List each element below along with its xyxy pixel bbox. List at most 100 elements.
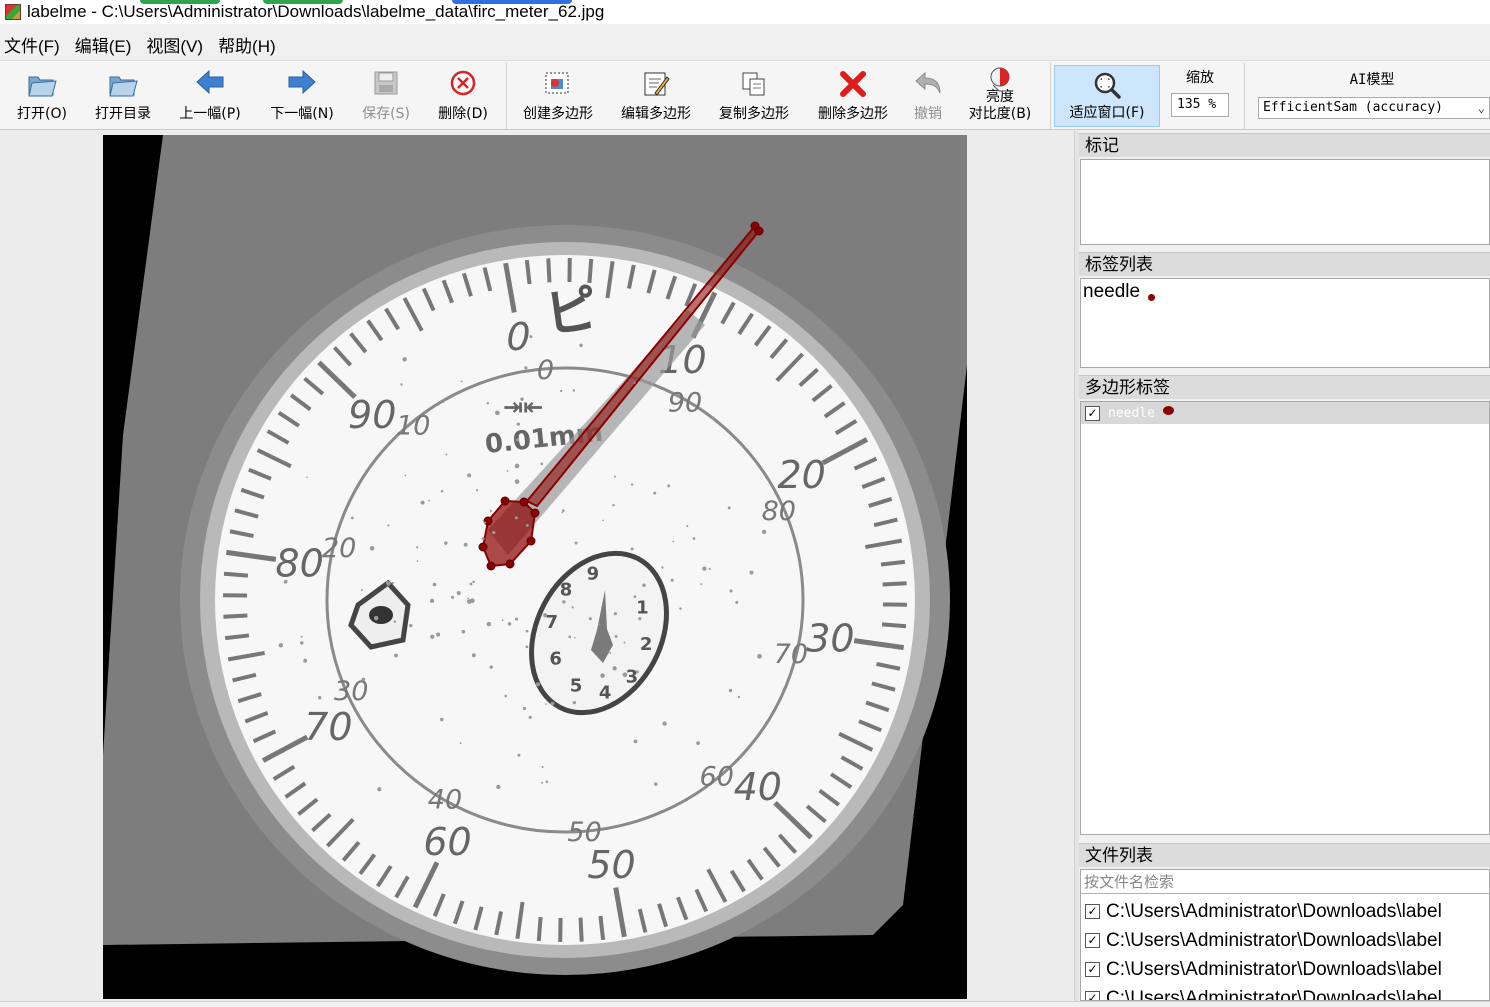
chevron-down-icon: ⌄: [1477, 101, 1485, 115]
dial-speckle: [515, 438, 520, 442]
polygon-label-text: needle: [1108, 405, 1155, 421]
folder-open-icon: [28, 76, 57, 97]
dial-speckle: [420, 500, 425, 505]
flags-dock-title: 标记: [1079, 133, 1490, 157]
dial-speckle: [692, 537, 696, 540]
dial-speckle: [679, 607, 682, 610]
dial-speckle: [507, 622, 512, 626]
dial-speckle: [520, 397, 524, 401]
file-list-item-selected[interactable]: ✓ C:\Users\Administrator\Downloads\label: [1081, 955, 1489, 984]
dial-speckle: [471, 653, 476, 658]
labelme-window: labelme - C:\Users\Administrator\Downloa…: [0, 0, 1490, 1007]
label-list[interactable]: needle: [1080, 278, 1490, 368]
dial-speckle: [461, 629, 466, 634]
zoom-spinbox[interactable]: 135 %: [1171, 93, 1229, 117]
menu-help[interactable]: 帮助(H): [214, 32, 284, 57]
polygon-visible-checkbox[interactable]: ✓: [1085, 405, 1100, 421]
title-bar: labelme - C:\Users\Administrator\Downloa…: [0, 0, 1490, 24]
polygon-label-row[interactable]: ✓ needle: [1081, 402, 1489, 424]
undo-label: 撤销: [914, 106, 942, 122]
delete-polygon-button[interactable]: 删除多边形: [808, 65, 898, 127]
menu-edit[interactable]: 编辑(E): [71, 32, 140, 57]
dial-speckle: [409, 623, 413, 628]
open-dir-button[interactable]: 打开目录: [86, 65, 160, 127]
dial-speckle: [545, 780, 549, 783]
polygon-labels-list[interactable]: ✓ needle: [1080, 401, 1490, 835]
fit-window-button[interactable]: 适应窗口(F): [1054, 65, 1160, 127]
annotation-vertex: [486, 561, 496, 571]
dial-speckle: [516, 422, 520, 426]
edit-polygon-button[interactable]: 编辑多边形: [612, 65, 700, 127]
dial-speckle: [492, 530, 496, 535]
sub-dial-label: 4: [599, 683, 612, 704]
browser-tab-strip-green-1: [140, 0, 220, 4]
dial-speckle: [463, 542, 468, 547]
create-polygon-button[interactable]: 创建多边形: [514, 65, 602, 127]
dial-speckle: [467, 597, 469, 600]
dial-speckle: [727, 506, 731, 510]
inner-scale-label: 70: [774, 639, 808, 670]
dial-speckle: [504, 694, 508, 698]
sub-dial-label: 9: [587, 563, 600, 584]
dial-speckle: [306, 476, 308, 479]
flags-list[interactable]: [1080, 159, 1490, 245]
dial-speckle: [633, 739, 638, 744]
file-list-item[interactable]: ✓ C:\Users\Administrator\Downloads\label: [1081, 926, 1489, 955]
file-checkbox[interactable]: ✓: [1085, 933, 1100, 948]
browser-tab-strip-green-2: [263, 0, 343, 4]
ai-model-select[interactable]: EfficientSam (accuracy) ⌄: [1258, 97, 1490, 119]
file-checkbox[interactable]: ✓: [1085, 991, 1100, 1000]
file-path: C:\Users\Administrator\Downloads\label: [1106, 987, 1442, 1001]
outer-scale-label: 40: [734, 765, 782, 809]
dial-speckle: [630, 483, 634, 486]
dial-speckle: [416, 546, 419, 549]
open-dir-label: 打开目录: [95, 106, 151, 122]
outer-scale-label: 20: [777, 453, 825, 497]
file-list-item[interactable]: ✓ C:\Users\Administrator\Downloads\label: [1081, 897, 1489, 926]
dial-speckle: [278, 643, 284, 648]
dial-speckle: [579, 343, 583, 348]
dial-speckle: [633, 381, 636, 384]
dial-speckle: [451, 595, 455, 599]
canvas-area[interactable]: 0 10 20 30 40 50 60 70 80 90 0 90 80 70 60 50 40 30 20 10 …: [0, 131, 1075, 1001]
dial-speckle: [728, 688, 733, 693]
delete-file-button[interactable]: 删除(D): [428, 65, 498, 127]
dial-speckle: [543, 613, 548, 618]
label-list-item-text: needle: [1083, 281, 1141, 302]
dial-speckle: [574, 636, 576, 639]
save-button[interactable]: 保存(S): [352, 65, 420, 127]
brightness-contrast-button[interactable]: 亮度 对比度(B): [958, 65, 1042, 127]
open-label: 打开(O): [17, 106, 67, 122]
open-button[interactable]: 打开(O): [6, 65, 78, 127]
file-list[interactable]: ✓ C:\Users\Administrator\Downloads\label…: [1081, 894, 1489, 1001]
zoom-control: 缩放 135 %: [1160, 67, 1240, 117]
dial-speckle: [597, 623, 600, 626]
file-path: C:\Users\Administrator\Downloads\label: [1106, 929, 1442, 951]
image-canvas[interactable]: 0 10 20 30 40 50 60 70 80 90 0 90 80 70 60 50 40 30 20 10 …: [103, 135, 967, 999]
sub-dial-label: 7: [546, 612, 559, 633]
file-search-input[interactable]: 按文件名检索: [1081, 870, 1489, 894]
app-logo-icon: [5, 4, 21, 20]
undo-button[interactable]: 撤销: [906, 65, 950, 127]
inner-scale-label: 40: [428, 785, 462, 816]
copy-polygon-button[interactable]: 复制多边形: [710, 65, 798, 127]
file-checkbox[interactable]: ✓: [1085, 962, 1100, 977]
annotation-vertex: [754, 226, 764, 236]
dial-speckle: [623, 641, 626, 644]
label-list-item[interactable]: needle: [1081, 281, 1489, 303]
label-color-dot: [1148, 293, 1156, 301]
dial-speckle: [654, 782, 658, 786]
dial-speckle: [686, 524, 689, 528]
annotation-vertex: [526, 536, 536, 546]
dial-speckle: [540, 781, 543, 784]
create-polygon-label: 创建多边形: [523, 106, 593, 122]
prev-image-button[interactable]: 上一幅(P): [168, 65, 252, 127]
menu-view[interactable]: 视图(V): [142, 32, 211, 57]
menu-file[interactable]: 文件(F): [0, 32, 68, 57]
file-list-item[interactable]: ✓ C:\Users\Administrator\Downloads\label: [1081, 984, 1489, 1001]
file-checkbox[interactable]: ✓: [1085, 904, 1100, 919]
menu-bar: 文件(F) 编辑(E) 视图(V) 帮助(H): [0, 30, 287, 58]
next-image-button[interactable]: 下一幅(N): [260, 65, 344, 127]
inner-scale-label: 60: [700, 762, 734, 793]
annotation-vertex: [530, 508, 540, 518]
